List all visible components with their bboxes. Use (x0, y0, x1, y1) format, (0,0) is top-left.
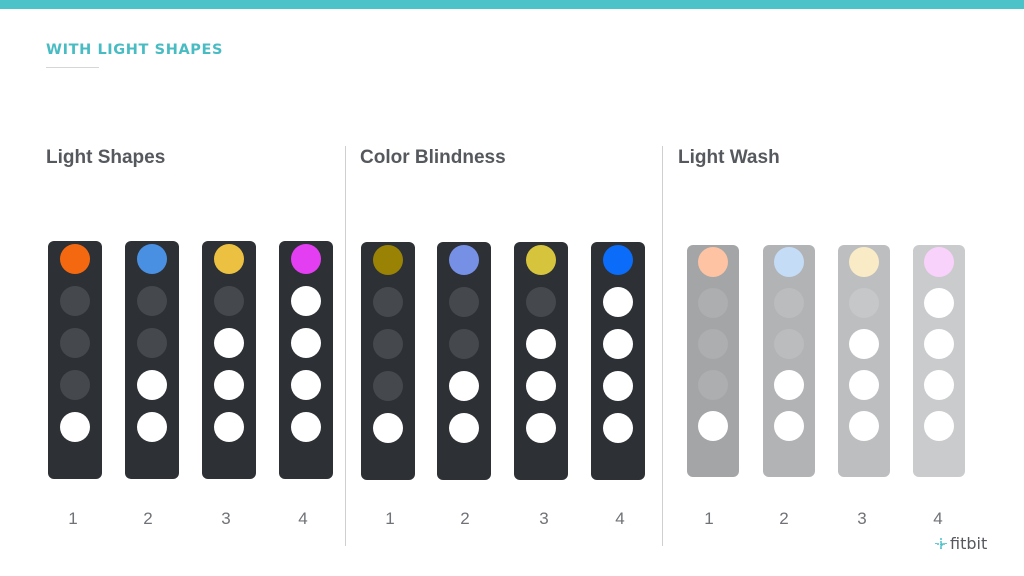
tracker-device (48, 241, 102, 479)
unlit-dot (60, 370, 90, 400)
unlit-dot (698, 370, 728, 400)
unlit-dot (449, 287, 479, 317)
lit-dot (924, 411, 954, 441)
lit-dot (291, 328, 321, 358)
lit-dot (774, 411, 804, 441)
lit-dot (214, 370, 244, 400)
unlit-dot (373, 329, 403, 359)
device-number-label: 4 (933, 509, 943, 528)
lit-dot (924, 329, 954, 359)
accent-light-dot (526, 245, 556, 275)
lit-dot (137, 370, 167, 400)
tracker-device (437, 242, 491, 480)
unlit-dot (698, 329, 728, 359)
kicker-underline (46, 67, 99, 68)
device-number-label: 3 (221, 509, 231, 528)
lit-dot (137, 412, 167, 442)
device-number-label: 1 (68, 509, 78, 528)
device-number-label: 1 (385, 509, 395, 528)
accent-light-dot (924, 247, 954, 277)
unlit-dot (137, 328, 167, 358)
lit-dot (449, 371, 479, 401)
accent-light-dot (214, 244, 244, 274)
device-number-label: 4 (298, 509, 308, 528)
accent-light-dot (60, 244, 90, 274)
lit-dot (526, 329, 556, 359)
accent-light-dot (774, 247, 804, 277)
brand-name: fitbit (950, 534, 988, 553)
unlit-dot (60, 286, 90, 316)
accent-light-dot (137, 244, 167, 274)
accent-light-dot (291, 244, 321, 274)
device-number-label: 4 (615, 509, 625, 528)
lit-dot (526, 413, 556, 443)
accent-light-dot (373, 245, 403, 275)
tracker-device (202, 241, 256, 479)
accent-light-dot (603, 245, 633, 275)
tracker-device (361, 242, 415, 480)
tracker-device (763, 245, 815, 477)
device-number-label: 3 (857, 509, 867, 528)
slide-kicker: WITH LIGHT SHAPES (46, 42, 224, 58)
lit-dot (373, 413, 403, 443)
lit-dot (291, 412, 321, 442)
lit-dot (698, 411, 728, 441)
lit-dot (449, 413, 479, 443)
unlit-dot (60, 328, 90, 358)
brand-logo: fitbit (935, 534, 987, 553)
lit-dot (603, 287, 633, 317)
device-number-label: 2 (143, 509, 153, 528)
accent-light-dot (849, 247, 879, 277)
lit-dot (774, 370, 804, 400)
tracker-device (125, 241, 179, 479)
tracker-device (591, 242, 645, 480)
section-divider (345, 146, 346, 546)
section-title-light-shapes: Light Shapes (46, 147, 166, 168)
lit-dot (849, 329, 879, 359)
device-number-label: 2 (460, 509, 470, 528)
top-accent-bar (0, 0, 1024, 9)
lit-dot (849, 411, 879, 441)
lit-dot (603, 413, 633, 443)
lit-dot (291, 286, 321, 316)
unlit-dot (137, 286, 167, 316)
unlit-dot (449, 329, 479, 359)
unlit-dot (373, 371, 403, 401)
tracker-device (279, 241, 333, 479)
section-title-color-blindness: Color Blindness (360, 147, 506, 168)
device-number-label: 1 (704, 509, 714, 528)
device-number-label: 2 (779, 509, 789, 528)
lit-dot (214, 328, 244, 358)
lit-dot (849, 370, 879, 400)
lit-dot (603, 329, 633, 359)
tracker-device (913, 245, 965, 477)
accent-light-dot (449, 245, 479, 275)
tracker-device (838, 245, 890, 477)
section-title-light-wash: Light Wash (678, 147, 780, 168)
tracker-device (687, 245, 739, 477)
fitbit-dots-logo-icon (935, 537, 947, 550)
lit-dot (924, 370, 954, 400)
unlit-dot (214, 286, 244, 316)
unlit-dot (526, 287, 556, 317)
unlit-dot (373, 287, 403, 317)
accent-light-dot (698, 247, 728, 277)
unlit-dot (698, 288, 728, 318)
lit-dot (60, 412, 90, 442)
section-divider (662, 146, 663, 546)
device-number-label: 3 (539, 509, 549, 528)
unlit-dot (774, 288, 804, 318)
lit-dot (526, 371, 556, 401)
tracker-device (514, 242, 568, 480)
unlit-dot (849, 288, 879, 318)
lit-dot (214, 412, 244, 442)
unlit-dot (774, 329, 804, 359)
lit-dot (291, 370, 321, 400)
lit-dot (924, 288, 954, 318)
lit-dot (603, 371, 633, 401)
